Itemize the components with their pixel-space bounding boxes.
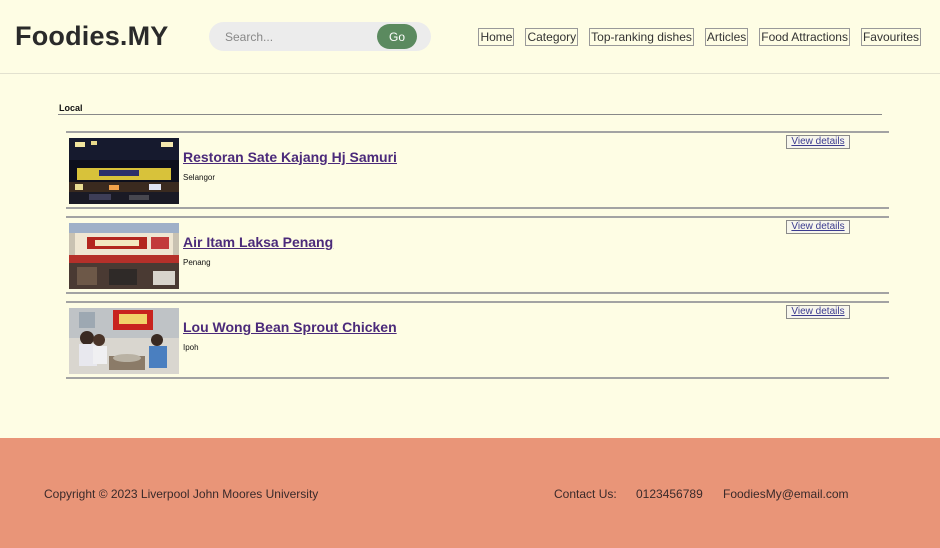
copyright-text: Copyright © 2023 Liverpool John Moores U… <box>44 487 319 501</box>
night-storefront-photo-icon <box>69 138 179 204</box>
section-title: Local <box>59 103 83 113</box>
search-go-button[interactable]: Go <box>377 24 417 49</box>
site-header: Foodies.MY Go Home Category Top-ranking … <box>0 0 940 74</box>
restaurant-name[interactable]: Lou Wong Bean Sprout Chicken <box>183 319 397 335</box>
restaurant-list: Restoran Sate Kajang Hj Samuri Selangor … <box>66 131 889 386</box>
site-footer: Copyright © 2023 Liverpool John Moores U… <box>0 438 940 548</box>
nav-food-attractions[interactable]: Food Attractions <box>759 28 850 46</box>
restaurant-name[interactable]: Restoran Sate Kajang Hj Samuri <box>183 149 397 165</box>
nav-top-ranking-dishes[interactable]: Top-ranking dishes <box>589 28 694 46</box>
restaurant-card: Restoran Sate Kajang Hj Samuri Selangor … <box>66 131 889 209</box>
restaurant-thumbnail[interactable] <box>69 223 179 289</box>
contact-email[interactable]: FoodiesMy@email.com <box>723 487 849 501</box>
main-nav: Home Category Top-ranking dishes Article… <box>478 28 921 46</box>
contact-phone[interactable]: 0123456789 <box>636 487 703 501</box>
lou-wong-storefront-photo-icon <box>69 223 179 289</box>
restaurant-location: Ipoh <box>183 343 199 352</box>
laksa-stall-photo-icon <box>69 308 179 374</box>
restaurant-location: Selangor <box>183 173 216 182</box>
view-details-button[interactable]: View details <box>786 305 850 319</box>
search-bar: Go <box>209 22 431 51</box>
section-divider <box>58 114 882 115</box>
nav-articles[interactable]: Articles <box>704 28 749 46</box>
site-logo[interactable]: Foodies.MY <box>15 21 169 52</box>
view-details-button[interactable]: View details <box>786 135 850 149</box>
nav-favourites[interactable]: Favourites <box>860 28 921 46</box>
nav-home[interactable]: Home <box>478 28 515 46</box>
contact-label: Contact Us: <box>554 487 617 501</box>
restaurant-location: Penang <box>183 258 211 267</box>
nav-category[interactable]: Category <box>525 28 579 46</box>
restaurant-thumbnail[interactable] <box>69 308 179 374</box>
restaurant-card: Lou Wong Bean Sprout Chicken Ipoh View d… <box>66 301 889 379</box>
restaurant-card: Air Itam Laksa Penang Penang View detail… <box>66 216 889 294</box>
search-input[interactable] <box>217 26 367 47</box>
restaurant-name[interactable]: Air Itam Laksa Penang <box>183 234 333 250</box>
restaurant-thumbnail[interactable] <box>69 138 179 204</box>
view-details-button[interactable]: View details <box>786 220 850 234</box>
